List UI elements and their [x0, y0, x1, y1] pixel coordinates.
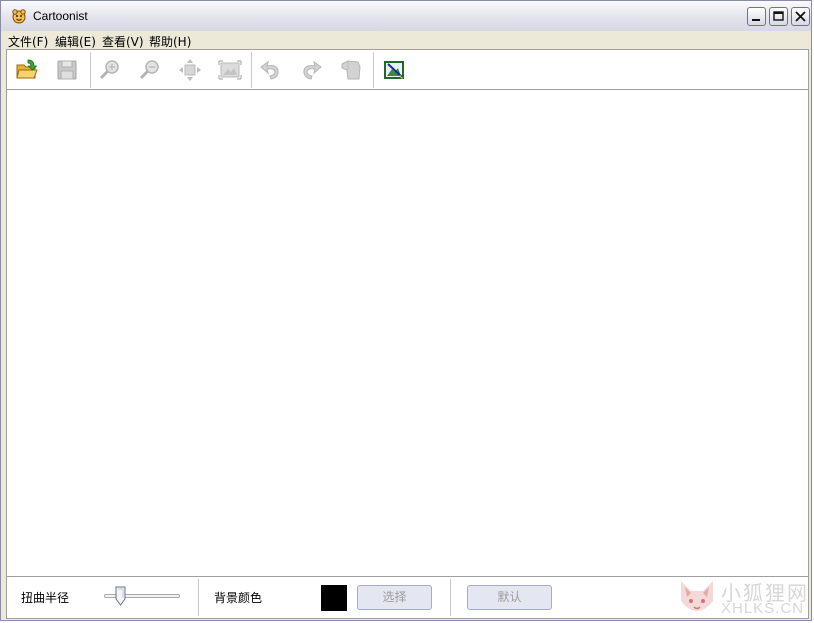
- fit-move-icon: [179, 59, 201, 81]
- slider-thumb-icon[interactable]: [115, 586, 126, 606]
- toolbar-separator: [90, 52, 91, 88]
- close-icon: [795, 11, 806, 22]
- toolbar-separator: [373, 52, 374, 88]
- picture-edit-icon: [384, 61, 404, 79]
- panel-separator: [450, 579, 451, 616]
- undo-icon: [260, 60, 279, 80]
- actual-size-button[interactable]: [216, 56, 244, 84]
- title-bar[interactable]: Cartoonist: [1, 1, 811, 32]
- background-color-swatch[interactable]: [321, 585, 347, 611]
- reset-icon: [341, 60, 361, 80]
- open-button[interactable]: [13, 56, 41, 84]
- toolbar: [6, 49, 809, 90]
- maximize-button[interactable]: [769, 7, 788, 26]
- watermark-domain: XHLKS.CN: [721, 600, 805, 617]
- menu-help[interactable]: 帮助(H): [149, 33, 191, 50]
- minimize-icon: [752, 19, 760, 21]
- menu-edit[interactable]: 编辑(E): [55, 33, 96, 50]
- zoom-in-button[interactable]: [96, 56, 124, 84]
- redo-icon: [303, 60, 322, 80]
- zoom-out-icon: [139, 60, 159, 80]
- fox-logo-icon: [681, 581, 713, 611]
- distortion-radius-label: 扭曲半径: [21, 591, 70, 605]
- window-title: Cartoonist: [33, 9, 88, 23]
- maximize-icon: [773, 11, 784, 21]
- app-window: Cartoonist 文件(F) 编辑(E) 查看(V) 帮助(H) 扭曲半径 …: [0, 0, 812, 621]
- fit-button[interactable]: [176, 56, 204, 84]
- minimize-button[interactable]: [747, 7, 766, 26]
- watermark: 小狐狸网 XHLKS.CN: [673, 575, 813, 623]
- picture-edit-button[interactable]: [380, 56, 408, 84]
- reset-button[interactable]: [337, 56, 365, 84]
- choose-color-button[interactable]: 选择: [357, 585, 432, 610]
- menu-view[interactable]: 查看(V): [102, 33, 144, 50]
- panel-separator: [198, 579, 199, 616]
- actual-size-icon: [218, 60, 242, 80]
- save-button[interactable]: [53, 56, 81, 84]
- zoom-in-icon: [99, 60, 119, 80]
- save-disk-icon: [57, 60, 77, 80]
- close-button[interactable]: [791, 7, 810, 26]
- toolbar-separator: [251, 52, 252, 88]
- redo-button[interactable]: [297, 56, 325, 84]
- image-canvas[interactable]: [6, 90, 809, 576]
- zoom-out-button[interactable]: [136, 56, 164, 84]
- open-folder-icon: [16, 59, 38, 79]
- cartoon-face-icon: [12, 9, 26, 24]
- background-color-label: 背景颜色: [214, 591, 263, 605]
- menu-bar: 文件(F) 编辑(E) 查看(V) 帮助(H): [1, 31, 811, 49]
- undo-button[interactable]: [257, 56, 285, 84]
- menu-file[interactable]: 文件(F): [8, 33, 48, 50]
- default-color-button[interactable]: 默认: [467, 585, 552, 610]
